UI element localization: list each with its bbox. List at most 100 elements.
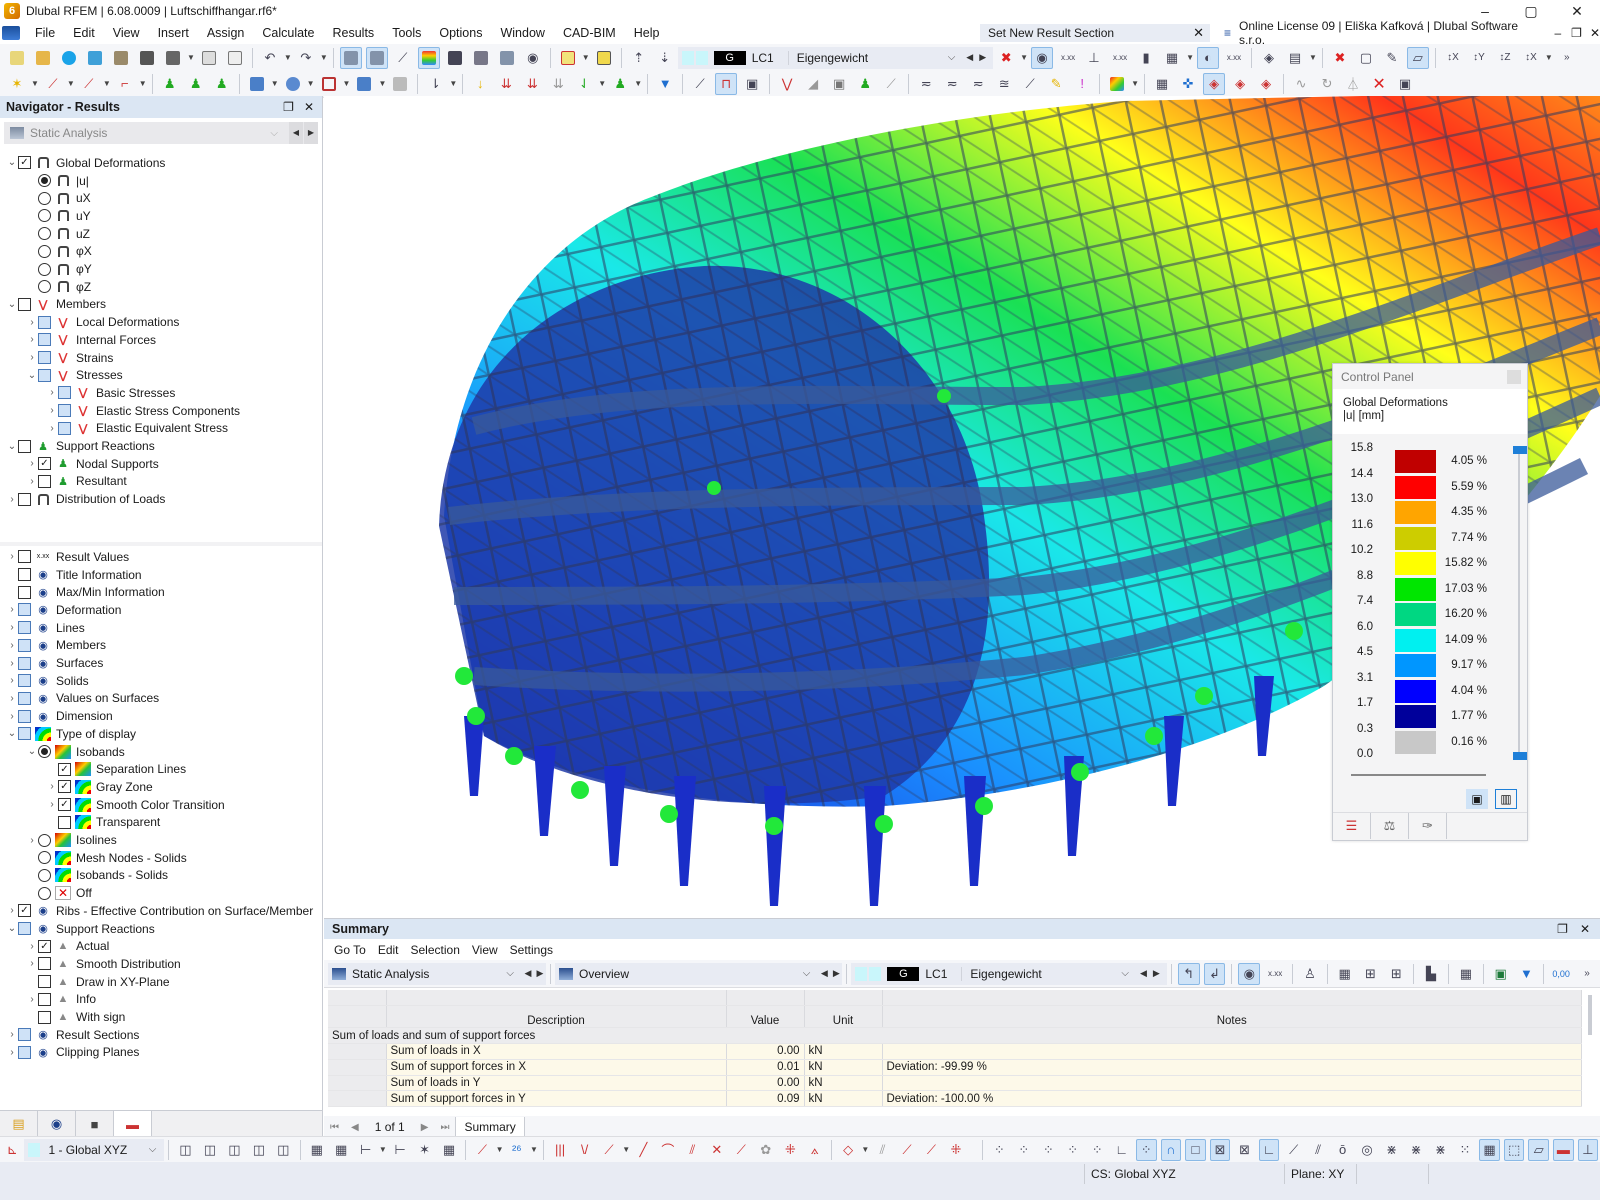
nodal-support-icon[interactable]: ♟ xyxy=(159,73,181,95)
previous-load-case-button[interactable]: ◀ xyxy=(966,52,973,63)
grid-display-icon[interactable]: ▦ xyxy=(1479,1138,1500,1161)
delete-icon[interactable]: ✕ xyxy=(1368,73,1390,95)
tree-radio[interactable] xyxy=(38,244,51,258)
legend-range-slider[interactable] xyxy=(1518,446,1520,756)
imposed-deformation-icon[interactable]: ⇃ xyxy=(573,73,595,95)
control-panel-close-button[interactable] xyxy=(1507,369,1521,384)
close-button[interactable]: ✕ xyxy=(1554,0,1600,22)
surface-support-icon[interactable]: ♟ xyxy=(211,73,233,95)
legend-settings-icon[interactable]: ▣ xyxy=(1466,789,1488,809)
mirror-icon[interactable]: ⏃ xyxy=(1342,73,1364,95)
legend-horizontal-scrollbar[interactable] xyxy=(1351,774,1486,776)
link-icon[interactable]: ∿ xyxy=(1290,73,1312,95)
tree-radio[interactable] xyxy=(38,868,51,882)
menu-window[interactable]: Window xyxy=(491,22,553,44)
column-header-unit[interactable]: Unit xyxy=(804,1005,883,1029)
line-cross-icon[interactable]: ✕ xyxy=(707,1139,727,1161)
tree-item[interactable]: › ◉ Deformation xyxy=(0,601,121,619)
view-fit-icon[interactable]: ◫ xyxy=(273,1139,293,1161)
tree-checkbox[interactable] xyxy=(18,691,31,705)
license-restore-button[interactable]: ❐ xyxy=(1571,26,1582,40)
table-row[interactable]: Sum of support forces in X 0.01 kN Devia… xyxy=(328,1059,1582,1076)
tree-item[interactable]: › ⋁ Elastic Equivalent Stress xyxy=(0,420,228,438)
next-view-button[interactable]: ▶ xyxy=(830,968,842,979)
summary-load-case-selector[interactable]: G LC1 Eigengewicht ⌵ ◀ ▶ xyxy=(851,962,1167,985)
member-grid-icon[interactable]: ⁜ xyxy=(946,1139,966,1161)
legend-color-swatch[interactable] xyxy=(1395,552,1436,575)
tree-item[interactable]: ⌄ ⋁ Stresses xyxy=(0,366,123,384)
new-line-icon[interactable]: ⟋ xyxy=(42,73,64,95)
tree-checkbox[interactable] xyxy=(18,1028,31,1042)
tree-splitter[interactable] xyxy=(0,542,322,546)
expand-toggle-icon[interactable]: › xyxy=(6,905,18,916)
summary-menu-settings[interactable]: Settings xyxy=(504,943,559,957)
expand-toggle-icon[interactable]: › xyxy=(26,476,38,487)
last-page-button[interactable]: ⏭ xyxy=(440,1122,449,1133)
tree-item[interactable]: › ◉ Surfaces xyxy=(0,654,103,672)
tree-item[interactable]: › ◉ Dimension xyxy=(0,707,112,725)
line-v-icon[interactable]: \/ xyxy=(574,1139,594,1161)
view-plane-icon[interactable] xyxy=(557,47,579,69)
surface-results-icon[interactable]: ▦ xyxy=(1161,47,1183,69)
menu-insert[interactable]: Insert xyxy=(149,22,198,44)
legend-max-handle[interactable] xyxy=(1513,446,1527,454)
expand-toggle-icon[interactable]: › xyxy=(26,334,38,345)
tree-item[interactable]: Mesh Nodes - Solids xyxy=(0,849,187,867)
section-results-2-icon[interactable]: ≂ xyxy=(941,73,963,95)
node-snap-icon[interactable]: ⋇ xyxy=(1406,1139,1426,1161)
redo-icon[interactable]: ↷ xyxy=(295,47,317,69)
next-load-case-button[interactable]: ▶ xyxy=(1153,968,1160,979)
member-results-icon[interactable]: ⋁ xyxy=(776,73,798,95)
point-snap-icon[interactable]: ⁙ xyxy=(1455,1139,1475,1161)
new-node-icon[interactable]: ✶ xyxy=(6,73,28,95)
chevron-down-icon[interactable]: ⌵ xyxy=(149,1144,157,1155)
tab-summary[interactable]: Summary xyxy=(455,1116,525,1138)
edit-view-icon[interactable]: ✎ xyxy=(1381,47,1403,69)
column-header-description[interactable]: Description xyxy=(386,1005,727,1029)
expand-toggle-icon[interactable]: ⌄ xyxy=(26,370,38,381)
expand-toggle-icon[interactable]: › xyxy=(46,799,58,810)
expand-toggle-icon[interactable]: › xyxy=(46,781,58,792)
object-list-icon[interactable] xyxy=(496,47,518,69)
tab-results-icon[interactable]: ▬ xyxy=(114,1111,152,1137)
table-row[interactable]: Sum of loads in X 0.00 kN xyxy=(328,1043,1582,1060)
section-icon[interactable] xyxy=(353,73,375,95)
legend-color-swatch[interactable] xyxy=(1395,577,1436,601)
tree-item[interactable]: › ✓ Smooth Color Transition xyxy=(0,796,225,814)
console-icon[interactable] xyxy=(444,47,466,69)
tree-item[interactable]: › ⋁ Strains xyxy=(0,349,113,367)
units-icon[interactable] xyxy=(593,47,615,69)
expand-toggle-icon[interactable]: › xyxy=(6,622,18,633)
legend-color-swatch[interactable] xyxy=(1395,679,1436,703)
line-split-icon[interactable]: ⟑ xyxy=(805,1139,825,1161)
expand-toggle-icon[interactable]: ⌄ xyxy=(6,728,18,739)
previous-view-button[interactable]: ◀ xyxy=(818,968,830,979)
legend-color-swatch[interactable] xyxy=(1395,501,1436,524)
orthogonal-icon[interactable]: ∟ xyxy=(1111,1139,1131,1161)
chevron-down-icon[interactable]: ⌵ xyxy=(803,968,811,979)
surface-results-display-icon[interactable]: ◢ xyxy=(802,73,824,95)
show-results-icon[interactable]: ◉ xyxy=(1031,46,1054,69)
script-icon[interactable] xyxy=(470,47,492,69)
tree-checkbox[interactable]: ✓ xyxy=(58,762,71,776)
chart-icon[interactable]: ▙ xyxy=(1420,963,1442,985)
object-snap-icon[interactable]: □ xyxy=(1185,1138,1206,1161)
summary-menu-goto[interactable]: Go To xyxy=(328,943,372,957)
table-append-icon[interactable]: ⊞ xyxy=(1385,963,1407,985)
tree-checkbox[interactable] xyxy=(38,474,51,488)
tree-checkbox[interactable] xyxy=(58,421,71,435)
tab-view-eye-icon[interactable]: ◉ xyxy=(38,1111,76,1137)
legend-color-swatch[interactable] xyxy=(1395,526,1436,550)
tree-checkbox[interactable] xyxy=(18,638,31,652)
snap-grid-2-icon[interactable]: ⁘ xyxy=(1014,1139,1034,1161)
expand-toggle-icon[interactable]: › xyxy=(6,1029,18,1040)
tree-checkbox[interactable] xyxy=(18,439,31,453)
expand-toggle-icon[interactable]: › xyxy=(6,675,18,686)
expand-toggle-icon[interactable]: › xyxy=(26,352,38,363)
grid-frame-icon[interactable]: ⬚ xyxy=(1503,1138,1525,1161)
result-color-icon[interactable]: ✎ xyxy=(1045,73,1067,95)
view-x-icon[interactable]: ↕X xyxy=(1442,47,1464,69)
coordinate-system-icon[interactable]: ⊾ xyxy=(2,1139,22,1161)
snap-grid-3-icon[interactable]: ⁘ xyxy=(1038,1139,1058,1161)
solid-results-display-icon[interactable]: ▣ xyxy=(828,73,850,95)
